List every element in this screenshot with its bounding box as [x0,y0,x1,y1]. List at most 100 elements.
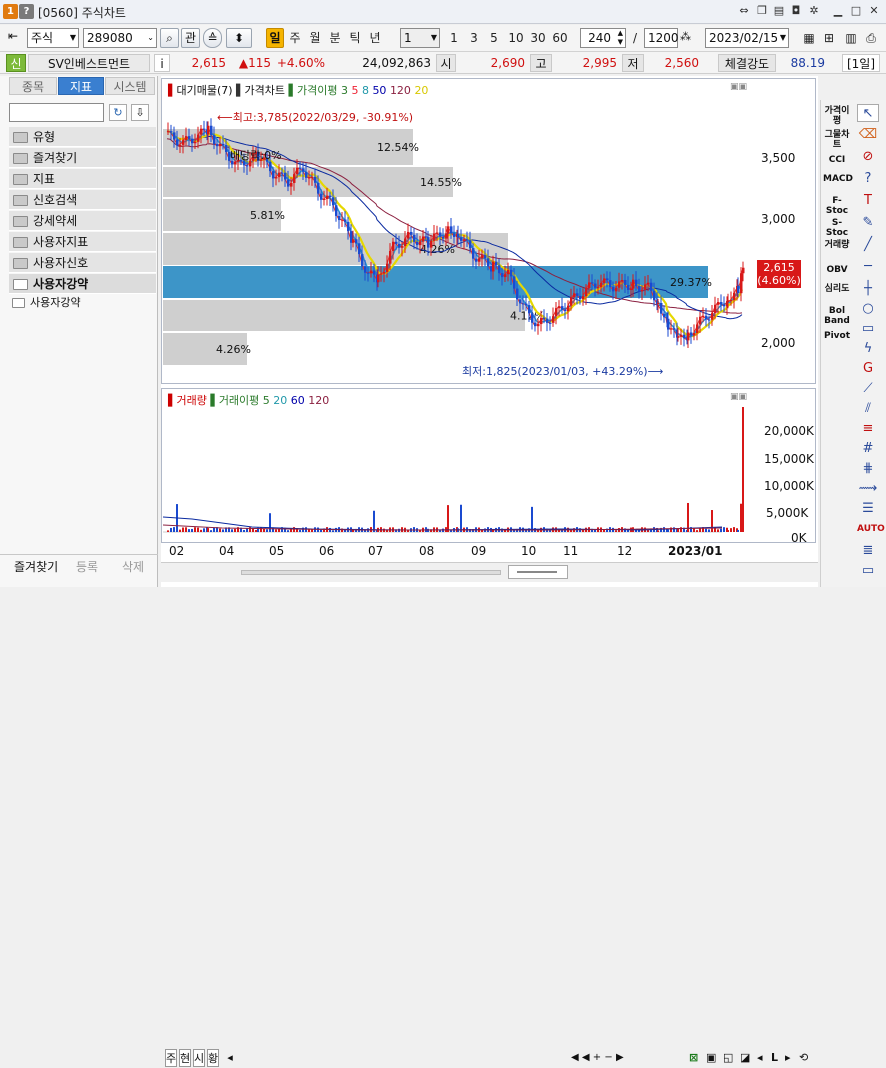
tree-item-signal-search[interactable]: 신호검색 [9,190,156,210]
tool-fstoc[interactable]: F-Stoc [823,196,851,216]
total-count-input[interactable]: 1200 [644,28,679,48]
cursor-icon[interactable]: ↖ [857,104,879,122]
collapse-icon[interactable]: ⇤ [8,29,18,43]
back-icon[interactable]: ◂ [757,1049,763,1067]
code-input[interactable]: 289080 ⌄ [83,28,157,48]
tree-item-user-indicators[interactable]: 사용자지표 [9,232,156,252]
period-5[interactable]: 5 [486,28,502,48]
table-icon[interactable]: ▦ [800,28,818,48]
window-icon[interactable]: ▭ [857,562,879,580]
parallel-icon[interactable]: # [857,440,879,458]
bars-icon[interactable]: ≣ [857,542,879,560]
link-icon[interactable]: ≙ [203,28,222,48]
bottom-tab-market[interactable]: 시 [193,1049,205,1067]
save-icon[interactable]: ▣ [706,1049,716,1067]
refresh-icon[interactable]: ↻ [109,104,127,121]
date-input[interactable]: 2023/02/15 ▼ [705,28,789,48]
layout-icon[interactable]: ▥ [842,28,860,48]
log-button[interactable]: L [771,1049,778,1067]
tool-bollinger[interactable]: Bol Band [823,306,851,326]
question-icon[interactable]: ? [857,170,879,188]
pane-close-icon[interactable]: ▣▣ [730,82,747,92]
tool-psychology[interactable]: 심리도 [823,284,851,294]
tab-minute[interactable]: 분 [326,28,344,48]
grid-icon[interactable]: ⊞ [820,28,838,48]
tab-indicators[interactable]: 지표 [58,77,104,95]
hline-icon[interactable]: ─ [857,258,879,276]
tab-day[interactable]: 일 [266,28,284,48]
period-10[interactable]: 10 [506,28,526,48]
fan-icon[interactable]: ⟋ [857,380,879,398]
gann-icon[interactable]: G [857,360,879,378]
tree-child-user-strength[interactable]: 사용자강약 [12,295,81,311]
tool-obv[interactable]: OBV [823,265,851,275]
gear-icon[interactable]: ✲ [806,3,822,19]
close-icon[interactable]: ✕ [866,3,882,19]
zoom-slider[interactable] [508,565,568,579]
count-input[interactable]: 240 ▲ ▼ [580,28,626,48]
copy-icon[interactable]: ❐ [754,3,770,19]
tab-month[interactable]: 월 [306,28,324,48]
tab-year[interactable]: 년 [366,28,384,48]
tab-week[interactable]: 주 [286,28,304,48]
download-icon[interactable]: ⇩ [131,104,149,121]
pin-icon[interactable]: ⇔ [736,3,752,19]
period-1[interactable]: 1 [446,28,462,48]
tool-volume[interactable]: 거래량 [823,240,851,250]
channel-icon[interactable]: ⫽ [857,400,879,418]
updown-icon[interactable]: ⬍ [226,28,252,48]
all-erase-icon[interactable]: ⊘ [857,148,879,166]
trend-icon[interactable]: ⟿ [857,480,879,498]
fibo-icon[interactable]: ≡ [857,420,879,438]
search-icon[interactable]: ⌕ [160,28,179,48]
tree-item-user-strength[interactable]: 사용자강약 [9,274,156,294]
interest-button[interactable]: 관 [181,28,200,48]
zigzag-icon[interactable]: ϟ [857,340,879,358]
reset-icon[interactable]: ⟲ [799,1049,808,1067]
tree-item-type[interactable]: 유형 [9,127,156,147]
bottom-tab-current[interactable]: 현 [179,1049,191,1067]
save-icon[interactable]: ▤ [771,3,787,19]
period-60[interactable]: 60 [550,28,570,48]
tool-cci[interactable]: CCI [823,155,851,165]
line-tool-icon[interactable]: ╱ [857,236,879,254]
adjust-icon[interactable]: ⁂ [680,30,691,43]
camera-icon[interactable]: ◘ [788,3,804,19]
tab-tick[interactable]: 틱 [346,28,364,48]
period-badge[interactable]: [1일] [842,54,880,72]
minimize-icon[interactable]: ▁ [830,3,846,19]
tool-grid-chart[interactable]: 그물차트 [823,130,851,150]
tab-system[interactable]: 시스템 [105,77,155,95]
pen-icon[interactable]: ✎ [857,214,879,232]
rect-icon[interactable]: ▭ [857,320,879,338]
favorites-button[interactable]: 즐겨찾기 [14,557,64,577]
bottom-tab-main[interactable]: 주 [165,1049,177,1067]
delete-button[interactable]: 삭제 [122,557,152,577]
pane-close-icon[interactable]: ▣▣ [730,392,747,402]
nav-buttons[interactable]: ◀ ◀ + − ▶ [571,1049,624,1067]
tree-item-indicators[interactable]: 지표 [9,169,156,189]
interval-select[interactable]: 1 ▼ [400,28,440,48]
chart-icon[interactable]: ◱ [723,1049,733,1067]
market-select[interactable]: 주식 ▼ [27,28,79,48]
cross-icon[interactable]: ┼ [857,280,879,298]
info-icon[interactable]: i [154,54,170,72]
tab-stocks[interactable]: 종목 [9,77,57,95]
bottom-tab-status[interactable]: 황 [207,1049,219,1067]
scroll-left-icon[interactable]: ◂ [223,1049,237,1067]
eraser-icon[interactable]: ⌫ [857,126,879,144]
tool-macd[interactable]: MACD [823,174,853,184]
volume-pane[interactable]: ▌거래량 ▌거래이평 5 20 60 120 ▣▣ [161,388,816,543]
price-pane[interactable]: 12.54% 14.55% 5.81% 4.26% 29.37% 4.12% 4.26% ⟵최… [161,78,816,384]
maximize-icon[interactable]: □ [848,3,864,19]
ellipse-icon[interactable]: ○ [857,300,879,318]
tool-ma[interactable]: 가격이평 [823,106,851,126]
period-3[interactable]: 3 [466,28,482,48]
period-30[interactable]: 30 [528,28,548,48]
print-icon[interactable]: ⎙ [862,28,880,48]
auto-icon[interactable]: AUTO [857,520,885,538]
tree-item-favorites[interactable]: 즐겨찾기 [9,148,156,168]
stack-icon[interactable]: ☰ [857,500,879,518]
text-icon[interactable]: T [857,192,879,210]
help-icon[interactable]: ? [19,4,34,19]
